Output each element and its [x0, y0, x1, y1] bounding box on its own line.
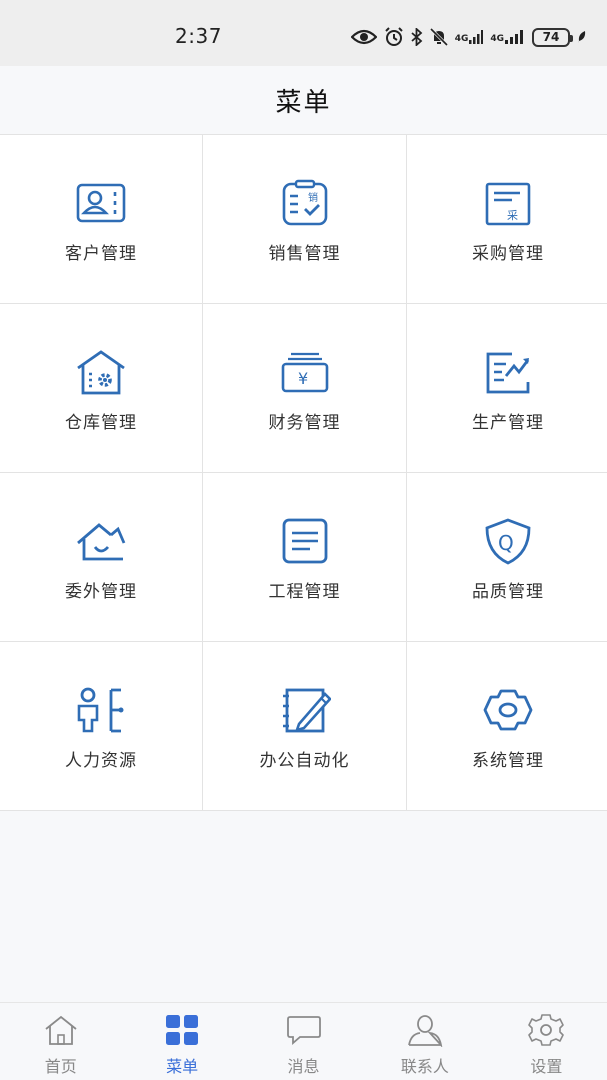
menu-item-finance[interactable]: ¥ 财务管理 — [203, 304, 406, 472]
menu-grid-icon — [166, 1015, 199, 1045]
tab-menu[interactable]: 菜单 — [121, 1003, 242, 1080]
menu-item-label: 生产管理 — [472, 413, 544, 433]
outsource-house-icon — [77, 523, 126, 561]
signal-bars-icon — [469, 30, 484, 44]
purchase-badge: 采 — [507, 209, 518, 222]
customer-card-icon — [76, 183, 126, 223]
purchase-doc-icon: 采 — [485, 182, 531, 226]
page-header: 菜单 — [0, 66, 607, 134]
tab-label: 首页 — [44, 1057, 77, 1076]
net-label-1: 4G — [454, 34, 469, 44]
menu-item-label: 仓库管理 — [65, 413, 137, 433]
menu-item-outsource[interactable]: 委外管理 — [0, 473, 202, 641]
status-icons: 4G 4G 74 — [350, 26, 587, 48]
signal-2: 4G — [490, 30, 525, 44]
menu-item-quality[interactable]: Q 品质管理 — [407, 473, 607, 641]
contacts-icon — [408, 1015, 443, 1047]
menu-item-label: 品质管理 — [472, 582, 544, 602]
menu-item-system[interactable]: 系统管理 — [407, 642, 607, 810]
system-gear-icon — [483, 689, 533, 731]
menu-item-warehouse[interactable]: 仓库管理 — [0, 304, 202, 472]
menu-item-label: 工程管理 — [268, 582, 341, 602]
menu-item-label: 办公自动化 — [259, 751, 350, 771]
tab-home[interactable]: 首页 — [0, 1003, 121, 1080]
menu-item-label: 委外管理 — [65, 582, 137, 602]
engineering-doc-icon — [282, 518, 327, 564]
tab-settings[interactable]: 设置 — [486, 1003, 607, 1080]
sales-clipboard-icon: 销 — [282, 179, 327, 226]
menu-item-label: 人力资源 — [65, 751, 137, 771]
hr-person-icon — [77, 687, 124, 733]
tab-label: 菜单 — [166, 1057, 199, 1076]
menu-item-sales[interactable]: 销 销售管理 — [203, 135, 406, 303]
sales-badge: 销 — [308, 191, 318, 204]
finance-badge: ¥ — [298, 369, 308, 388]
tab-label: 联系人 — [400, 1057, 449, 1076]
quality-shield-icon: Q — [485, 518, 531, 565]
net-label-2: 4G — [490, 34, 504, 44]
bottom-tab-bar: 首页 菜单 消息 联系人 设置 — [0, 1002, 607, 1080]
tab-label: 设置 — [530, 1057, 563, 1076]
settings-icon — [528, 1014, 565, 1046]
menu-grid: 客户管理 销 销售管理 采 采购管理 仓库管理 ¥ 财务管理 生产管理 委外管理… — [0, 134, 607, 811]
finance-icon: ¥ — [281, 352, 328, 393]
page-title: 菜单 — [275, 87, 332, 118]
menu-item-label: 财务管理 — [268, 413, 341, 433]
menu-item-office[interactable]: 办公自动化 — [203, 642, 406, 810]
menu-item-hr[interactable]: 人力资源 — [0, 642, 202, 810]
menu-item-engineering[interactable]: 工程管理 — [203, 473, 406, 641]
office-notebook-icon — [282, 688, 331, 733]
status-bar: 2:37 4G 4G 74 — [0, 0, 607, 66]
signal-bars-icon — [505, 30, 523, 44]
menu-item-label: 客户管理 — [65, 244, 137, 264]
status-time: 2:37 — [175, 24, 222, 48]
menu-item-label: 销售管理 — [268, 244, 341, 264]
leaf-icon — [578, 31, 586, 43]
signal-1: 4G — [455, 30, 484, 44]
warehouse-icon — [77, 350, 125, 395]
tab-messages[interactable]: 消息 — [243, 1003, 364, 1080]
menu-item-label: 采购管理 — [472, 244, 544, 264]
message-icon — [286, 1016, 321, 1045]
quality-badge: Q — [498, 531, 514, 555]
tab-label: 消息 — [287, 1057, 320, 1076]
battery-level: 74 — [542, 30, 560, 44]
menu-item-production[interactable]: 生产管理 — [407, 304, 607, 472]
tab-contacts[interactable]: 联系人 — [364, 1003, 485, 1080]
mute-icon — [429, 28, 448, 46]
menu-item-customer[interactable]: 客户管理 — [0, 135, 202, 303]
bluetooth-icon — [411, 28, 423, 46]
home-icon — [45, 1015, 77, 1045]
alarm-icon — [384, 27, 403, 46]
menu-item-purchase[interactable]: 采 采购管理 — [407, 135, 607, 303]
menu-item-label: 系统管理 — [472, 751, 544, 771]
production-chart-icon — [486, 352, 530, 394]
battery-indicator: 74 — [532, 27, 573, 47]
eye-icon — [350, 29, 377, 45]
